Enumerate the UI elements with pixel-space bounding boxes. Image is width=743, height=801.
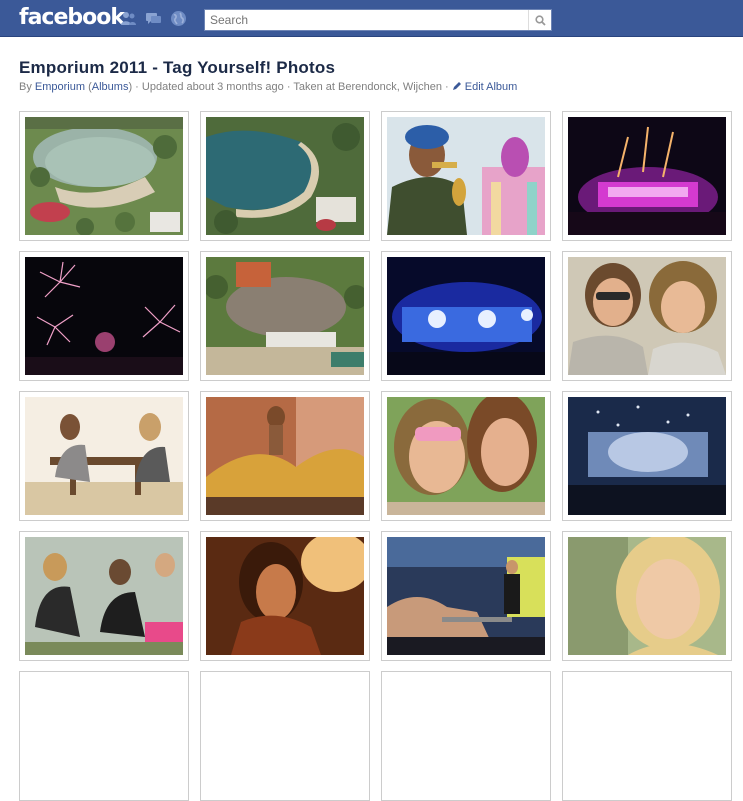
messages-icon[interactable]	[145, 10, 162, 27]
photo-thumbnail[interactable]	[562, 531, 732, 661]
photo-thumbnail[interactable]	[200, 391, 370, 521]
notifications-globe-icon[interactable]	[170, 10, 187, 27]
edit-album-label: Edit Album	[464, 81, 518, 93]
pencil-icon	[452, 82, 461, 90]
by-prefix: By	[19, 81, 32, 93]
photo-aerial-lake-beach	[206, 117, 364, 235]
photo-thumbnail[interactable]	[19, 531, 189, 661]
search-box	[204, 9, 552, 31]
album-owner-link[interactable]: Emporium	[35, 81, 85, 93]
search-button[interactable]	[528, 10, 551, 30]
photo-performer-crowd-barrier	[387, 537, 545, 655]
top-navigation-bar: facebook	[0, 0, 743, 37]
search-icon	[534, 14, 546, 26]
photo-thumbnail[interactable]	[19, 251, 189, 381]
photo-thumbnail[interactable]	[562, 391, 732, 521]
photo-thumbnail[interactable]	[562, 671, 732, 801]
photo-blue-stage-lights	[387, 257, 545, 375]
photo-dancer-yellow-dress	[206, 397, 364, 515]
photo-stage-confetti	[568, 397, 726, 515]
photo-thumbnail[interactable]	[200, 251, 370, 381]
album-meta: By Emporium (Albums) · Updated about 3 m…	[19, 81, 518, 93]
photo-thumbnail[interactable]	[381, 391, 551, 521]
photo-crowd-sitting-grass	[25, 537, 183, 655]
photo-thumbnail[interactable]	[19, 391, 189, 521]
photo-two-women-sunglasses	[568, 257, 726, 375]
photo-fireworks-night	[25, 257, 183, 375]
updated-text: Updated about 3 months ago	[141, 81, 284, 93]
photo-aerial-crowd-stage	[206, 257, 364, 375]
notification-jewels	[120, 10, 187, 27]
search-input[interactable]	[210, 11, 530, 29]
photo-women-picnic-table	[25, 397, 183, 515]
photo-woman-orange-light	[206, 537, 364, 655]
photo-thumbnail[interactable]	[19, 111, 189, 241]
location-text: Taken at Berendonck, Wijchen	[293, 81, 442, 93]
photo-thumbnail[interactable]	[562, 251, 732, 381]
facebook-logo[interactable]: facebook	[19, 5, 125, 30]
photo-thumbnail[interactable]	[381, 531, 551, 661]
photo-thumbnail[interactable]	[200, 111, 370, 241]
photo-women-pink-sunglasses	[387, 397, 545, 515]
photo-thumbnail[interactable]	[381, 251, 551, 381]
photo-thumbnail[interactable]	[381, 111, 551, 241]
photo-thumbnail[interactable]	[19, 671, 189, 801]
photo-blonde-woman-portrait	[568, 537, 726, 655]
albums-link[interactable]: Albums	[92, 81, 129, 93]
photo-thumbnail[interactable]	[381, 671, 551, 801]
album-title: Emporium 2011 - Tag Yourself! Photos	[19, 58, 336, 77]
photo-aerial-lake-festival	[25, 117, 183, 235]
edit-album-link[interactable]: Edit Album	[452, 81, 518, 93]
friend-requests-icon[interactable]	[120, 10, 137, 27]
photo-thumbnail[interactable]	[200, 531, 370, 661]
photo-thumbnail[interactable]	[200, 671, 370, 801]
photo-pink-stage-lights	[568, 117, 726, 235]
photo-trumpet-performer	[387, 117, 545, 235]
photo-thumbnail[interactable]	[562, 111, 732, 241]
